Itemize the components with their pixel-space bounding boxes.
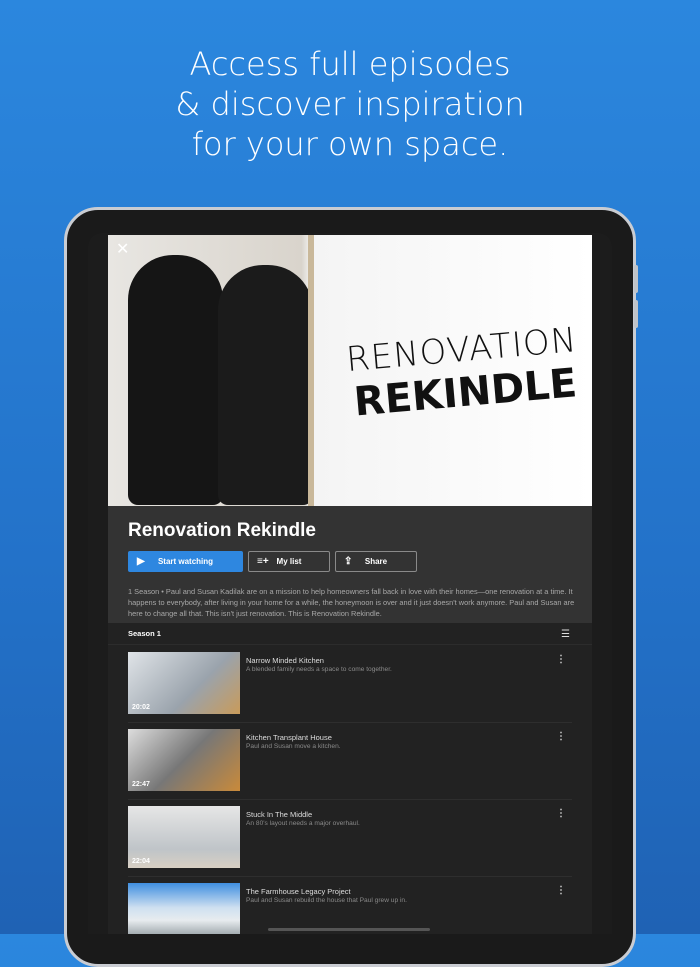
episode-thumbnail[interactable]: 20:02 — [128, 652, 240, 714]
episode-item[interactable]: 22:47 Kitchen Transplant House Paul and … — [128, 723, 572, 800]
episode-item[interactable]: 22:04 Stuck In The Middle An 80's layout… — [128, 800, 572, 877]
hero-image: RENOVATION REKINDLE ✕ — [108, 235, 592, 506]
sort-icon[interactable]: ☰ — [561, 629, 570, 640]
episode-duration: 20:02 — [132, 704, 150, 711]
home-indicator[interactable] — [268, 928, 430, 931]
show-info: Renovation Rekindle ▶ Start watching ≡+ My… — [108, 506, 592, 623]
episode-description: An 80's layout needs a major overhaul. — [246, 820, 360, 827]
episode-item[interactable]: The Farmhouse Legacy Project Paul and Su… — [128, 877, 572, 934]
headline-line: Access full episodes — [189, 45, 511, 83]
share-button[interactable]: ⇪ Share — [335, 551, 417, 572]
more-options-icon[interactable]: ⋮ — [556, 885, 566, 896]
episode-title: Kitchen Transplant House — [246, 733, 332, 742]
play-icon: ▶ — [137, 556, 145, 567]
hero-railing — [308, 235, 314, 506]
episode-thumbnail[interactable]: 22:04 — [128, 806, 240, 868]
button-label: Start watching — [157, 557, 214, 566]
more-options-icon[interactable]: ⋮ — [556, 654, 566, 665]
volume-button — [634, 300, 638, 328]
episode-title: Stuck In The Middle — [246, 810, 313, 819]
episode-description: Paul and Susan move a kitchen. — [246, 743, 341, 750]
episode-duration: 22:04 — [132, 858, 150, 865]
button-label: My list — [276, 557, 302, 566]
camera-icon — [312, 218, 392, 230]
headline-line: & discover inspiration — [175, 85, 525, 123]
episode-item[interactable]: 20:02 Narrow Minded Kitchen A blended fa… — [128, 646, 572, 723]
button-label: Share — [364, 557, 388, 566]
close-icon[interactable]: ✕ — [116, 239, 129, 259]
season-header: Season 1 ☰ — [108, 623, 592, 645]
hero-person — [218, 265, 313, 505]
hero-person — [128, 255, 223, 505]
share-icon: ⇪ — [344, 556, 353, 567]
show-description: 1 Season • Paul and Susan Kadilak are on… — [128, 587, 575, 618]
more-options-icon[interactable]: ⋮ — [556, 731, 566, 742]
add-to-list-icon: ≡+ — [257, 556, 269, 567]
episode-description: A blended family needs a space to come t… — [246, 666, 392, 673]
season-selector[interactable]: Season 1 — [128, 629, 161, 638]
show-title: Renovation Rekindle — [128, 520, 316, 541]
volume-button — [634, 265, 638, 293]
start-watching-button[interactable]: ▶ Start watching — [128, 551, 243, 572]
episode-title: The Farmhouse Legacy Project — [246, 887, 351, 896]
more-options-icon[interactable]: ⋮ — [556, 808, 566, 819]
headline-line: for your own space. — [191, 125, 509, 163]
episode-thumbnail[interactable] — [128, 883, 240, 934]
promo-headline: Access full episodes & discover inspirat… — [0, 44, 700, 164]
episode-thumbnail[interactable]: 22:47 — [128, 729, 240, 791]
show-logo: RENOVATION REKINDLE — [345, 320, 583, 426]
screen: RENOVATION REKINDLE ✕ Renovation Rekindl… — [88, 233, 612, 934]
show-detail-view: RENOVATION REKINDLE ✕ Renovation Rekindl… — [108, 235, 592, 934]
episode-description: Paul and Susan rebuild the house that Pa… — [246, 897, 407, 904]
episode-title: Narrow Minded Kitchen — [246, 656, 324, 665]
episode-duration: 22:47 — [132, 781, 150, 788]
my-list-button[interactable]: ≡+ My list — [248, 551, 330, 572]
